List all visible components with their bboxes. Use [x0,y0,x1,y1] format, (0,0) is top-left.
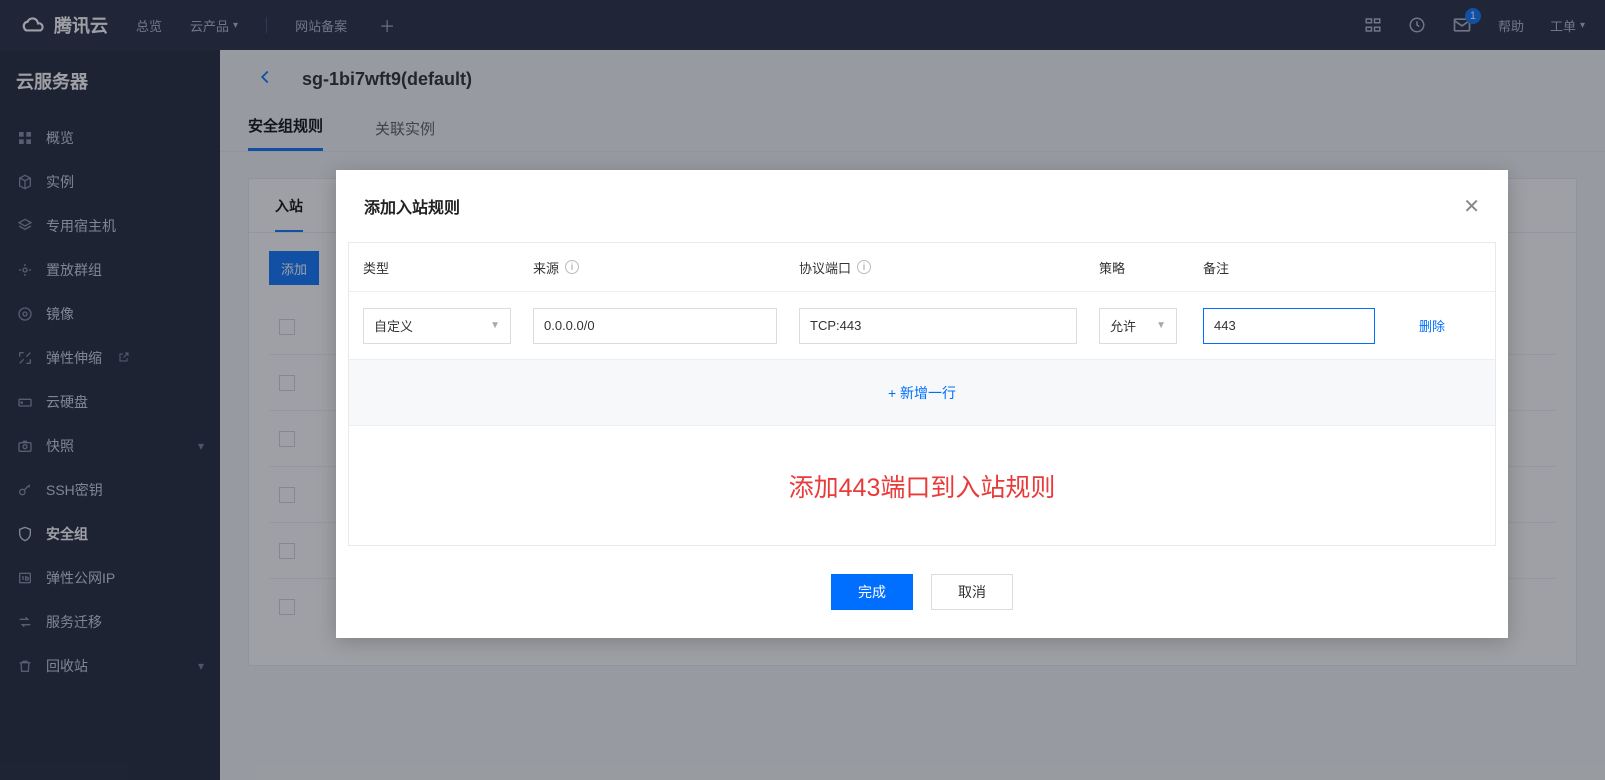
add-line-label: + 新增一行 [888,383,956,403]
info-icon[interactable]: i [857,260,871,274]
policy-select-value: 允许 [1110,316,1136,335]
type-select-value: 自定义 [374,316,413,335]
policy-select[interactable]: 允许 ▼ [1099,308,1177,344]
chevron-down-icon: ▼ [490,320,500,331]
modal-title: 添加入站规则 [364,194,460,218]
delete-link[interactable]: 删除 [1419,316,1445,335]
rules-table-header: 类型 来源 i 协议端口 i 策略 备注 [349,243,1495,291]
col-port-label: 协议端口 [799,258,851,277]
remark-input[interactable] [1203,308,1375,344]
col-source-label: 来源 [533,258,559,277]
col-source: 来源 i [533,258,799,277]
col-policy-label: 策略 [1099,258,1125,277]
col-type-label: 类型 [363,258,389,277]
source-input[interactable] [533,308,777,344]
rules-table: 类型 来源 i 协议端口 i 策略 备注 自定义 ▼ [348,242,1496,546]
close-icon[interactable]: ✕ [1463,194,1480,219]
modal-footer: 完成 取消 [336,546,1508,638]
chevron-down-icon: ▼ [1156,320,1166,331]
annotation-text: 添加443端口到入站规则 [789,468,1056,504]
col-type: 类型 [363,258,533,277]
port-input[interactable] [799,308,1077,344]
col-policy: 策略 [1099,258,1203,277]
info-icon[interactable]: i [565,260,579,274]
cancel-button[interactable]: 取消 [931,574,1013,610]
col-remark-label: 备注 [1203,258,1229,277]
modal-body: 类型 来源 i 协议端口 i 策略 备注 自定义 ▼ [336,242,1508,546]
add-inbound-rule-modal: 添加入站规则 ✕ 类型 来源 i 协议端口 i 策略 备注 自定义 ▼ [336,170,1508,638]
type-select[interactable]: 自定义 ▼ [363,308,511,344]
annotation-row: 添加443端口到入站规则 [349,425,1495,545]
modal-header: 添加入站规则 ✕ [336,170,1508,242]
add-line-button[interactable]: + 新增一行 [349,359,1495,425]
confirm-button[interactable]: 完成 [831,574,913,610]
col-remark: 备注 [1203,258,1399,277]
rule-row: 自定义 ▼ 允许 ▼ [349,291,1495,359]
col-port: 协议端口 i [799,258,1099,277]
